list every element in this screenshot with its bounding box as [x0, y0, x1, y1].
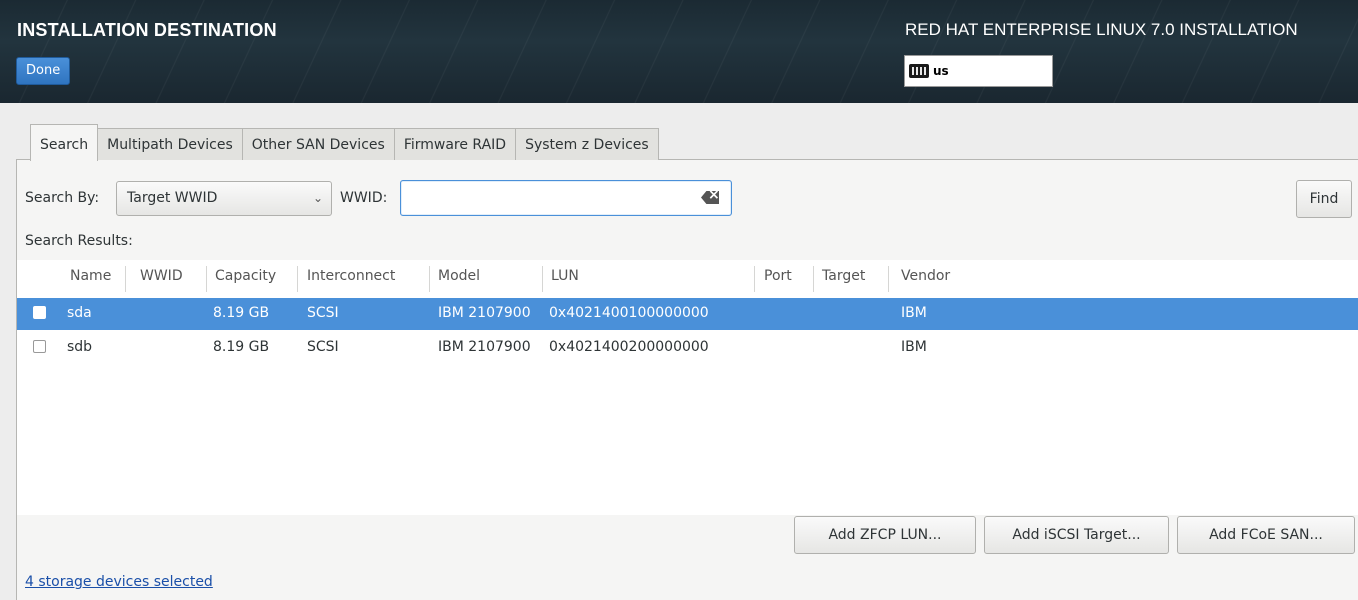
table-header: Name WWID Capacity Interconnect Model LU… [17, 260, 1358, 298]
table-row[interactable]: sda 8.19 GB SCSI IBM 2107900 0x402140010… [17, 298, 1358, 330]
cell-vendor: IBM [901, 305, 927, 321]
tab-system-z-devices[interactable]: System z Devices [515, 128, 659, 160]
column-divider [297, 266, 298, 292]
device-tabs: Search Multipath Devices Other SAN Devic… [30, 124, 659, 161]
column-header-model[interactable]: Model [438, 268, 480, 284]
row-checkbox[interactable] [33, 340, 46, 353]
search-results-label: Search Results: [25, 233, 133, 249]
tab-firmware-raid[interactable]: Firmware RAID [393, 128, 517, 160]
cell-interconnect: SCSI [307, 305, 339, 321]
search-by-dropdown[interactable]: Target WWID ⌄ [116, 181, 332, 216]
cell-model: IBM 2107900 [438, 305, 531, 321]
column-divider [888, 266, 889, 292]
chevron-down-icon: ⌄ [312, 191, 323, 205]
column-header-vendor[interactable]: Vendor [901, 268, 950, 284]
column-header-target[interactable]: Target [822, 268, 865, 284]
tab-other-san-devices[interactable]: Other SAN Devices [241, 128, 395, 160]
cell-lun: 0x4021400100000000 [549, 305, 709, 321]
done-button[interactable]: Done [16, 57, 71, 85]
header-background-pattern [0, 0, 1358, 103]
cell-name: sda [67, 305, 92, 321]
column-divider [813, 266, 814, 292]
column-divider [542, 266, 543, 292]
column-header-capacity[interactable]: Capacity [215, 268, 276, 284]
cell-capacity: 8.19 GB [213, 305, 270, 321]
tab-search[interactable]: Search [30, 124, 99, 161]
column-header-port[interactable]: Port [764, 268, 792, 284]
results-table: Name WWID Capacity Interconnect Model LU… [17, 260, 1358, 515]
column-divider [754, 266, 755, 292]
cell-name: sdb [67, 339, 93, 355]
column-header-lun[interactable]: LUN [551, 268, 579, 284]
wwid-label: WWID: [340, 190, 388, 206]
column-divider [206, 266, 207, 292]
column-divider [125, 266, 126, 292]
row-checkbox[interactable] [33, 306, 46, 319]
wwid-input[interactable] [400, 180, 732, 216]
keyboard-layout-indicator[interactable]: us [904, 55, 1053, 87]
product-title: RED HAT ENTERPRISE LINUX 7.0 INSTALLATIO… [905, 20, 1298, 39]
cell-lun: 0x4021400200000000 [549, 339, 709, 355]
column-header-interconnect[interactable]: Interconnect [307, 268, 395, 284]
tab-multipath-devices[interactable]: Multipath Devices [97, 128, 243, 160]
add-iscsi-target-button[interactable]: Add iSCSI Target... [984, 516, 1169, 554]
cell-vendor: IBM [901, 339, 927, 355]
add-zfcp-lun-button[interactable]: Add ZFCP LUN... [794, 516, 976, 554]
search-by-value: Target WWID [127, 190, 218, 206]
table-row[interactable]: sdb 8.19 GB SCSI IBM 2107900 0x402140020… [17, 332, 1358, 364]
column-divider [429, 266, 430, 292]
cell-model: IBM 2107900 [438, 339, 531, 355]
page-title: INSTALLATION DESTINATION [17, 20, 277, 40]
keyboard-icon [909, 64, 929, 78]
column-header-wwid[interactable]: WWID [140, 268, 183, 284]
find-button[interactable]: Find [1296, 180, 1352, 218]
cell-capacity: 8.19 GB [213, 339, 270, 355]
column-header-name[interactable]: Name [70, 268, 111, 284]
header-bar: INSTALLATION DESTINATION Done RED HAT EN… [0, 0, 1358, 103]
cell-interconnect: SCSI [307, 339, 339, 355]
search-by-label: Search By: [25, 190, 100, 206]
add-fcoe-san-button[interactable]: Add FCoE SAN... [1177, 516, 1355, 554]
storage-devices-selected-link[interactable]: 4 storage devices selected [25, 574, 213, 590]
keyboard-layout-label: us [933, 64, 949, 78]
clear-icon[interactable] [701, 191, 719, 204]
